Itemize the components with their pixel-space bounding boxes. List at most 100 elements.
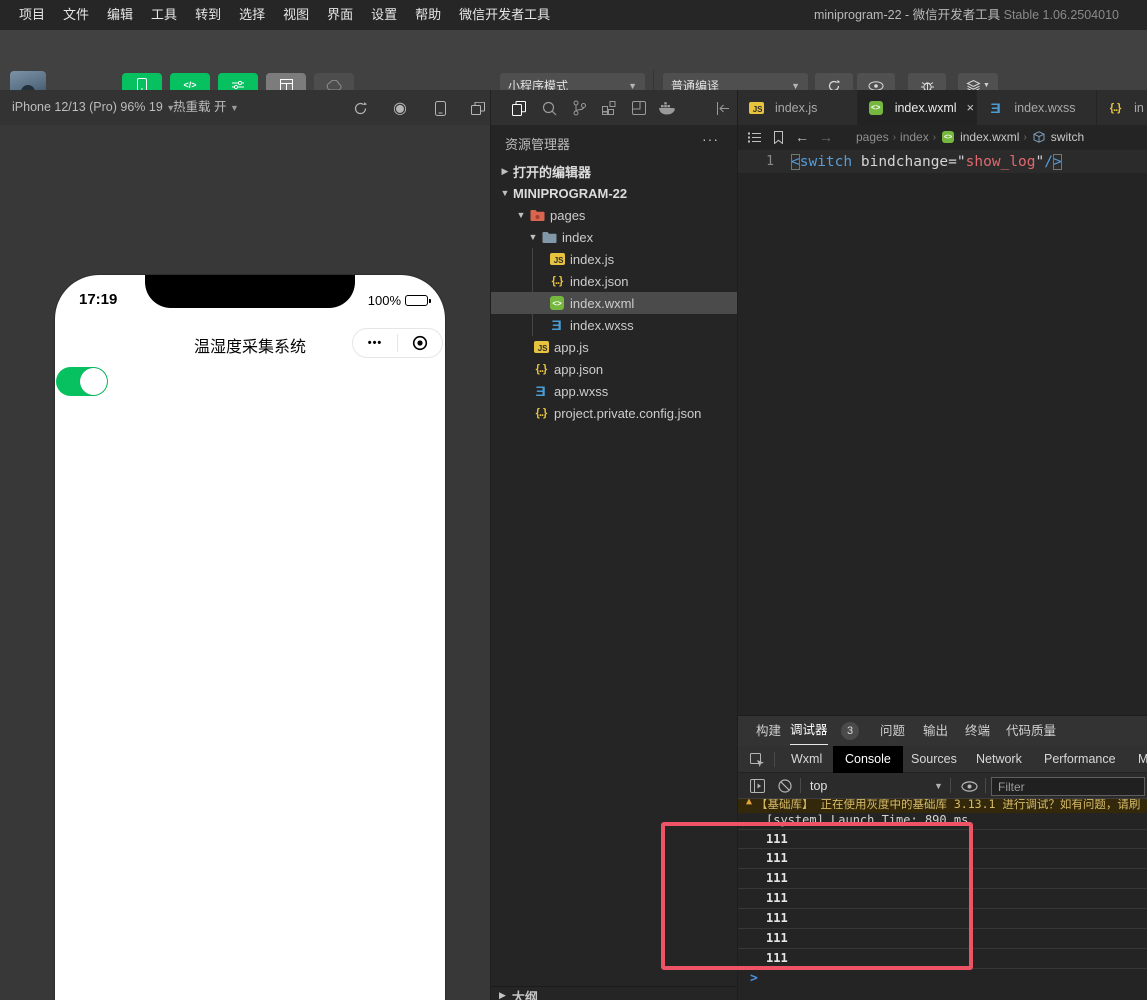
more-actions-icon[interactable]: ···: [702, 131, 719, 147]
window-title: miniprogram-22 - 微信开发者工具 Stable 1.06.250…: [814, 0, 1119, 30]
tab-index-wxss[interactable]: Ǝ index.wxss: [977, 90, 1097, 125]
popout-window-icon[interactable]: [468, 98, 488, 118]
console-log-entry: 111: [738, 869, 1147, 889]
tab-index-wxml[interactable]: <> index.wxml ×: [858, 90, 978, 125]
folder-pages-icon: [529, 207, 545, 223]
warning-icon: ▲: [746, 799, 752, 813]
menu-interface[interactable]: 界面: [318, 0, 362, 30]
file-index-json[interactable]: {..} index.json: [491, 270, 737, 292]
nav-back-icon[interactable]: ←: [794, 129, 810, 145]
eye-icon: [868, 81, 884, 91]
breadcrumb-file[interactable]: index.wxml: [960, 130, 1019, 144]
device-frame-icon[interactable]: [430, 98, 450, 118]
console-log-entry: 111: [738, 889, 1147, 909]
menu-goto[interactable]: 转到: [186, 0, 230, 30]
menu-view[interactable]: 视图: [274, 0, 318, 30]
outline-list-icon[interactable]: [746, 129, 762, 145]
tab-code-quality[interactable]: 代码质量: [1006, 716, 1056, 746]
tab-terminal[interactable]: 终端: [965, 716, 990, 746]
record-icon[interactable]: ◉: [390, 98, 410, 118]
line-number: 1: [738, 154, 774, 169]
tab-build[interactable]: 构建: [756, 716, 781, 746]
console-sidebar-icon[interactable]: [748, 777, 766, 795]
devtab-network[interactable]: Network: [976, 746, 1022, 773]
collapse-sidebar-icon[interactable]: [713, 98, 733, 118]
devtab-wxml[interactable]: Wxml: [791, 746, 822, 773]
file-project-private-config[interactable]: {..} project.private.config.json: [491, 402, 737, 424]
console-log-entry: 111: [738, 849, 1147, 869]
simulator-area: 17:19 100% 温湿度采集系统 •••: [0, 125, 490, 1000]
wechat-devtools-window: 项目 文件 编辑 工具 转到 选择 视图 界面 设置 帮助 微信开发者工具 mi…: [0, 0, 1147, 1000]
menu-tools[interactable]: 工具: [142, 0, 186, 30]
inspect-element-icon[interactable]: [748, 751, 766, 769]
folder-index[interactable]: ▼ index: [491, 226, 737, 248]
console-log-area: ▲ 【基础库】 正在使用灰度中的基础库 3.13.1 进行调试？如有问题，请刷 …: [738, 799, 1147, 1000]
console-filter-input[interactable]: [991, 777, 1145, 796]
eye-icon[interactable]: [960, 777, 978, 795]
battery-icon: [405, 295, 428, 306]
code-line-1[interactable]: 1 <switch bindchange="show_log"/>: [738, 150, 1147, 173]
menu-project[interactable]: 项目: [10, 0, 54, 30]
console-prompt-chevron[interactable]: >: [750, 971, 758, 986]
search-icon[interactable]: [539, 98, 559, 118]
tab-index-js[interactable]: JS index.js: [738, 90, 858, 125]
devtab-sources[interactable]: Sources: [911, 746, 957, 773]
wxml-file-icon: <>: [940, 129, 956, 145]
refresh-simulator-icon[interactable]: [350, 98, 370, 118]
menu-select[interactable]: 选择: [230, 0, 274, 30]
exit-miniapp-button[interactable]: [398, 335, 442, 351]
tab-output[interactable]: 输出: [923, 716, 948, 746]
clear-console-icon[interactable]: [776, 777, 794, 795]
breadcrumb-symbol[interactable]: switch: [1051, 130, 1084, 144]
file-index-wxss[interactable]: Ǝ index.wxss: [491, 314, 737, 336]
tab-clipped[interactable]: {..} in: [1097, 90, 1147, 125]
docker-icon[interactable]: [657, 98, 677, 118]
breadcrumb-pages[interactable]: pages: [856, 130, 889, 144]
file-index-js[interactable]: JS index.js: [491, 248, 737, 270]
menu-help[interactable]: 帮助: [406, 0, 450, 30]
wxml-file-icon: <>: [868, 100, 884, 116]
more-menu-button[interactable]: •••: [353, 337, 397, 349]
menu-file[interactable]: 文件: [54, 0, 98, 30]
chevron-down-icon: ▼: [515, 210, 527, 220]
nav-forward-icon[interactable]: →: [818, 129, 834, 145]
json-file-icon: {..}: [533, 405, 549, 421]
editor-layout-icon[interactable]: [629, 98, 649, 118]
wxss-file-icon: Ǝ: [549, 317, 565, 333]
close-tab-icon[interactable]: ×: [967, 100, 975, 115]
source-control-icon[interactable]: [569, 98, 589, 118]
console-context-select[interactable]: top: [810, 773, 827, 799]
menu-wechat-devtools[interactable]: 微信开发者工具: [450, 0, 559, 30]
menu-settings[interactable]: 设置: [362, 0, 406, 30]
outline-section[interactable]: ▶ 大纲: [491, 986, 737, 1000]
file-index-wxml[interactable]: <> index.wxml: [491, 292, 737, 314]
project-root-item[interactable]: ▼ MINIPROGRAM-22: [491, 182, 737, 204]
extensions-icon[interactable]: [599, 98, 619, 118]
devtab-performance[interactable]: Performance: [1044, 746, 1116, 773]
chevron-down-icon: ▼: [499, 188, 511, 198]
tab-debugger[interactable]: 调试器: [790, 716, 828, 745]
phone-notch: [145, 275, 355, 308]
code-content: <switch bindchange="show_log"/>: [791, 154, 1062, 170]
target-icon: [412, 335, 428, 351]
phone-screen: 17:19 100% 温湿度采集系统 •••: [55, 275, 445, 1000]
breadcrumb-index[interactable]: index: [900, 130, 929, 144]
file-app-wxss[interactable]: Ǝ app.wxss: [491, 380, 737, 402]
devtab-memory[interactable]: Me: [1138, 746, 1147, 773]
open-editors-section[interactable]: ▶ 打开的编辑器: [491, 160, 737, 182]
console-system-log: [system] Launch Time: 890 ms: [766, 813, 968, 829]
status-bar-battery: 100%: [368, 293, 431, 308]
chevron-down-icon[interactable]: ▼: [934, 773, 943, 799]
file-app-js[interactable]: JS app.js: [491, 336, 737, 358]
devtab-console[interactable]: Console: [833, 746, 903, 773]
hot-reload-toggle[interactable]: 热重载 开 ▼: [173, 90, 239, 126]
folder-pages[interactable]: ▼ pages: [491, 204, 737, 226]
menu-edit[interactable]: 编辑: [98, 0, 142, 30]
miniapp-switch-on[interactable]: [56, 367, 108, 396]
tab-problems[interactable]: 问题: [880, 716, 905, 746]
device-selector[interactable]: iPhone 12/13 (Pro) 96% 19 ▼: [12, 90, 175, 126]
wxml-file-icon: <>: [549, 295, 565, 311]
file-app-json[interactable]: {..} app.json: [491, 358, 737, 380]
bookmark-icon[interactable]: [770, 129, 786, 145]
explorer-files-icon[interactable]: [509, 98, 529, 118]
